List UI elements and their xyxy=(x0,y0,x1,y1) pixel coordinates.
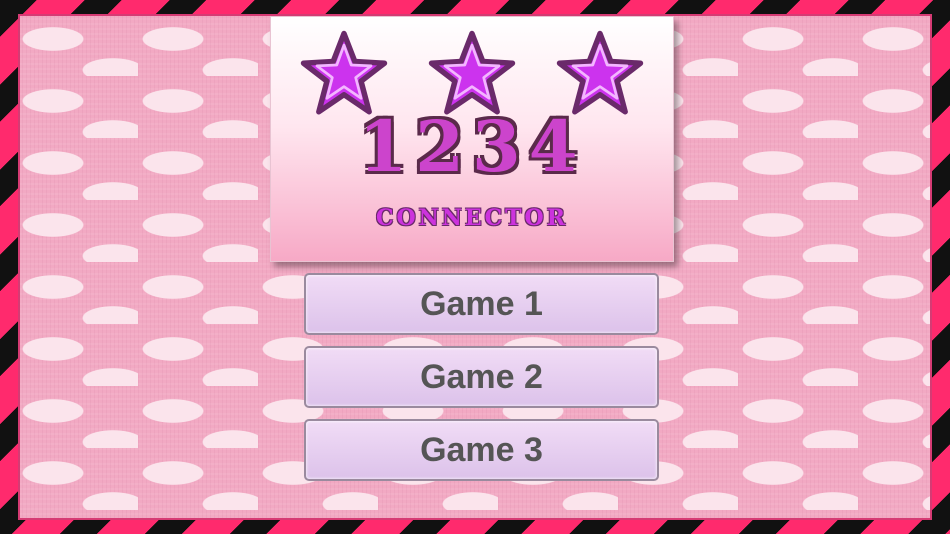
game-1-button[interactable]: Game 1 xyxy=(304,273,659,335)
game-2-button[interactable]: Game 2 xyxy=(304,346,659,408)
logo-numbers: 1234 xyxy=(358,105,586,188)
logo-subtitle: CONNECTOR xyxy=(376,205,568,231)
game-3-button[interactable]: Game 3 xyxy=(304,419,659,481)
game-frame: 1234 CONNECTOR Game 1 Game 2 Game 3 xyxy=(0,0,950,534)
game-logo: 1234 CONNECTOR xyxy=(270,16,674,262)
